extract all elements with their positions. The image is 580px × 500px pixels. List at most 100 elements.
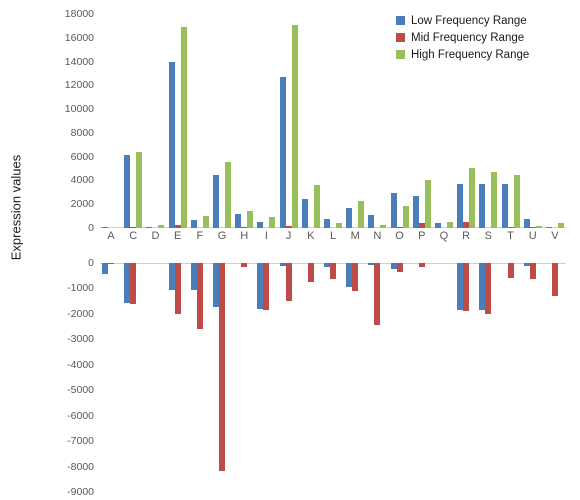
bar-positive-j-high: [291, 25, 298, 228]
bar-negative-k-mid: [307, 263, 314, 283]
bar-negative-a-low: [102, 263, 109, 274]
bar-negative-e-mid: [174, 263, 181, 315]
x-tick-label-d: D: [151, 230, 160, 242]
bar-positive-g-low: [213, 175, 220, 228]
bar-negative-t-mid: [507, 263, 514, 279]
bar-positive-q-high: [446, 222, 453, 228]
x-tick-label-p: P: [418, 230, 426, 242]
bar-positive-j-low: [279, 77, 286, 228]
bar-negative-o-mid: [396, 263, 403, 272]
bar-positive-f-low: [190, 220, 197, 228]
bar-positive-o-high: [402, 205, 409, 228]
bar-positive-n-high: [380, 225, 387, 228]
x-tick-label-c: C: [129, 230, 138, 242]
bar-positive-c-high: [136, 151, 143, 228]
y-tick-label: 2000: [70, 198, 94, 211]
y-tick-label: -4000: [67, 358, 94, 371]
bar-positive-o-low: [390, 193, 397, 228]
bar-positive-a-low: [102, 227, 109, 228]
bar-positive-g-high: [225, 162, 232, 228]
x-tick-label-e: E: [173, 230, 182, 242]
legend-item-label: Mid Frequency Range: [411, 31, 525, 44]
bar-negative-u-mid: [529, 263, 536, 279]
bar-negative-s-mid: [485, 263, 492, 315]
legend-item-label: Low Frequency Range: [411, 14, 527, 27]
bar-positive-v-low: [545, 226, 552, 228]
x-tick-label-n: N: [373, 230, 382, 242]
y-axis-title: Expression values: [8, 154, 24, 261]
x-tick-label-o: O: [395, 230, 404, 242]
bar-negative-c-mid: [130, 263, 137, 305]
plot-area-negative: [100, 263, 566, 492]
y-tick-label: -9000: [67, 486, 94, 498]
y-tick-label: 14000: [64, 55, 94, 68]
legend-item: Low Frequency Range: [396, 12, 529, 29]
legend-item: High Frequency Range: [396, 46, 529, 63]
legend-swatch-icon: [396, 33, 405, 42]
bar-positive-m-high: [358, 201, 365, 228]
x-tick-label-q: Q: [439, 230, 449, 242]
y-tick-label: 6000: [70, 150, 94, 163]
y-tick-label: -5000: [67, 384, 94, 397]
x-tick-label-k: K: [307, 230, 315, 242]
x-tick-label-a: A: [107, 230, 115, 242]
bar-positive-h-low: [235, 213, 242, 228]
legend-item: Mid Frequency Range: [396, 29, 529, 46]
x-tick-label-j: J: [285, 230, 292, 242]
y-tick-label: -8000: [67, 460, 94, 473]
y-tick-label: -6000: [67, 409, 94, 422]
bar-positive-f-high: [202, 215, 209, 228]
bar-positive-r-high: [469, 167, 476, 228]
bar-negative-i-mid: [263, 263, 270, 311]
bar-negative-r-mid: [463, 263, 470, 312]
bar-positive-h-high: [247, 210, 254, 228]
bar-positive-d-high: [158, 225, 165, 228]
bar-positive-s-high: [491, 171, 498, 228]
bar-negative-l-mid: [330, 263, 336, 279]
expression-values-bar-chart: Expression values 18000 16000 14000 12000 10…: [0, 0, 580, 500]
legend-swatch-icon: [396, 50, 405, 59]
x-tick-label-u: U: [528, 230, 537, 242]
bar-positive-q-low: [434, 223, 441, 228]
y-tick-label: 18000: [64, 8, 94, 20]
y-tick-label: -7000: [67, 435, 94, 448]
y-tick-label: 8000: [70, 126, 94, 139]
bar-positive-d-low: [146, 227, 153, 228]
y-tick-label: 16000: [64, 31, 94, 44]
bar-negative-h-mid: [241, 263, 248, 267]
y-tick-label: 0: [88, 222, 94, 234]
y-tick-label: 10000: [64, 103, 94, 116]
bar-positive-i-low: [257, 221, 264, 228]
x-tick-label-r: R: [462, 230, 471, 242]
x-tick-label-f: F: [196, 230, 204, 242]
bar-negative-m-mid: [352, 263, 359, 292]
bar-positive-m-low: [346, 207, 353, 228]
y-tick-label: -2000: [67, 307, 94, 320]
bar-positive-u-high: [535, 226, 542, 228]
bar-positive-s-low: [479, 184, 486, 228]
x-tick-label-l: L: [329, 230, 337, 242]
x-tick-label-v: V: [551, 230, 559, 242]
x-tick-label-i: I: [264, 230, 268, 242]
legend-swatch-icon: [396, 16, 405, 25]
y-tick-label: -1000: [67, 282, 94, 295]
y-tick-label: 0: [88, 257, 94, 269]
bar-positive-e-low: [168, 62, 175, 228]
bar-positive-e-high: [180, 27, 187, 228]
y-tick-label: 12000: [64, 79, 94, 92]
y-tick-label: 4000: [70, 174, 94, 187]
x-tick-label-t: T: [507, 230, 514, 242]
bar-positive-t-low: [501, 184, 508, 228]
bar-positive-t-high: [513, 174, 520, 228]
bar-negative-a-mid: [108, 263, 115, 264]
bar-negative-g-mid: [219, 263, 226, 472]
bar-positive-k-high: [313, 184, 320, 228]
bar-positive-l-low: [324, 218, 330, 228]
bar-negative-j-mid: [285, 263, 292, 302]
bar-positive-n-low: [368, 215, 375, 228]
y-tick-label: -3000: [67, 333, 94, 346]
bar-positive-k-low: [301, 198, 308, 228]
x-tick-label-h: H: [240, 230, 249, 242]
bar-positive-c-low: [124, 155, 131, 228]
x-tick-label-m: M: [350, 230, 360, 242]
